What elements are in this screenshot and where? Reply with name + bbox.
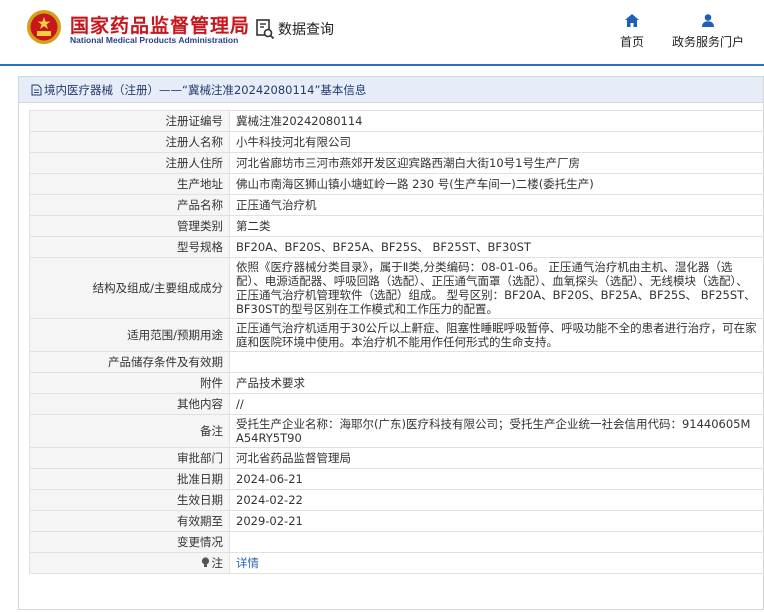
note-label: 注 [211,556,224,570]
field-label: 审批部门 [29,447,230,469]
field-label: 附件 [29,372,230,394]
field-value: 河北省廊坊市三河市燕郊开发区迎宾路西潮白大街10号1号生产厂房 [229,152,764,174]
field-label: 注册人住所 [29,152,230,174]
lightbulb-icon [201,557,209,567]
table-row-note: 注 详情 [29,552,764,574]
field-value: BF20A、BF20S、BF25A、BF25S、 BF25ST、BF30ST [229,236,764,258]
data-query-label: 数据查询 [278,22,334,38]
table-row: 管理类别 第二类 [29,215,764,237]
field-label: 生产地址 [29,173,230,195]
field-value: 正压通气治疗机适用于30公斤以上鼾症、阻塞性睡眠呼吸暂停、呼吸功能不全的患者进行… [229,318,764,352]
user-icon [702,14,714,27]
nav-portal-label: 政务服务门户 [671,35,744,49]
field-value: 小牛科技河北有限公司 [229,131,764,153]
field-label: 有效期至 [29,510,230,532]
table-row: 产品名称 正压通气治疗机 [29,194,764,216]
table-row: 变更情况 [29,531,764,553]
field-value [229,531,764,553]
field-value: 2024-02-22 [229,489,764,511]
field-label: 型号规格 [29,236,230,258]
field-label: 批准日期 [29,468,230,490]
details-link[interactable]: 详情 [236,556,259,570]
field-value: 2024-06-21 [229,468,764,490]
table-row: 型号规格 BF20A、BF20S、BF25A、BF25S、 BF25ST、BF30… [29,236,764,258]
field-value: 冀械注准20242080114 [229,110,764,132]
site-header: 国家药品监督管理局 National Medical Products Admi… [0,0,764,64]
field-label: 注册人名称 [29,131,230,153]
field-value: 依照《医疗器械分类目录》，属于Ⅱ类,分类编码：08-01-06。 正压通气治疗机… [229,257,764,319]
table-row: 审批部门 河北省药品监督管理局 [29,447,764,469]
field-label: 注册证编号 [29,110,230,132]
table-row: 生产地址 佛山市南海区狮山镇小塘虹岭一路 230 号(生产车间一)二楼(委托生产) [29,173,764,195]
field-value: 受托生产企业名称：海耶尔(广东)医疗科技有限公司；受托生产企业统一社会信用代码：… [229,414,764,448]
field-value: // [229,393,764,415]
field-value: 正压通气治疗机 [229,194,764,216]
site-subtitle: National Medical Products Administration [70,35,239,45]
field-value [229,351,764,373]
table-row: 生效日期 2024-02-22 [29,489,764,511]
nav-home-label: 首页 [619,35,644,49]
data-query-link[interactable]: 数据查询 [255,17,334,41]
field-value: 产品技术要求 [229,372,764,394]
field-label: 适用范围/预期用途 [29,318,230,352]
registration-info-table: 注册证编号 冀械注准20242080114 注册人名称 小牛科技河北有限公司 注册人住所… [29,110,764,574]
field-label: 产品储存条件及有效期 [29,351,230,373]
panel-title-bar: 境内医疗器械（注册）——“冀械注准20242080114”基本信息 [19,77,763,103]
table-row: 注册证编号 冀械注准20242080114 [29,110,764,132]
table-row: 产品储存条件及有效期 [29,351,764,373]
panel-title: 境内医疗器械（注册）——“冀械注准20242080114”基本信息 [44,82,367,97]
table-row: 其他内容// [29,393,764,415]
field-value: 河北省药品监督管理局 [229,447,764,469]
nav-service-portal[interactable]: 政务服务门户 [668,14,748,50]
header-divider [0,64,764,66]
table-row: 附件 产品技术要求 [29,372,764,394]
field-value: 第二类 [229,215,764,237]
site-title[interactable]: 国家药品监督管理局 [70,11,250,38]
table-row: 注册人名称 小牛科技河北有限公司 [29,131,764,153]
table-row: 批准日期 2024-06-21 [29,468,764,490]
field-label: 备注 [29,414,230,448]
field-value: 佛山市南海区狮山镇小塘虹岭一路 230 号(生产车间一)二楼(委托生产) [229,173,764,195]
table-row: 注册人住所 河北省廊坊市三河市燕郊开发区迎宾路西潮白大街10号1号生产厂房 [29,152,764,174]
table-row: 结构及组成/主要组成成分 依照《医疗器械分类目录》，属于Ⅱ类,分类编码：08-01… [29,257,764,319]
detail-panel: 境内医疗器械（注册）——“冀械注准20242080114”基本信息 注册证编号冀… [18,76,764,610]
field-label: 其他内容 [29,393,230,415]
data-search-icon [256,19,275,40]
field-label: 产品名称 [29,194,230,216]
field-value: 2029-02-21 [229,510,764,532]
field-label: 结构及组成/主要组成成分 [29,257,230,319]
table-row: 备注 受托生产企业名称：海耶尔(广东)医疗科技有限公司；受托生产企业统一社会信用代… [29,414,764,448]
document-icon [31,84,42,95]
field-label: 注 [29,552,230,574]
field-label: 生效日期 [29,489,230,511]
field-label: 变更情况 [29,531,230,553]
field-label: 管理类别 [29,215,230,237]
table-row: 有效期至 2029-02-21 [29,510,764,532]
field-value: 详情 [229,552,764,574]
table-row: 适用范围/预期用途 正压通气治疗机适用于30公斤以上鼾症、阻塞性睡眠呼吸暂停、呼吸… [29,318,764,352]
nav-home[interactable]: 首页 [612,14,652,50]
national-emblem-logo[interactable] [26,9,62,45]
home-icon [625,14,639,27]
